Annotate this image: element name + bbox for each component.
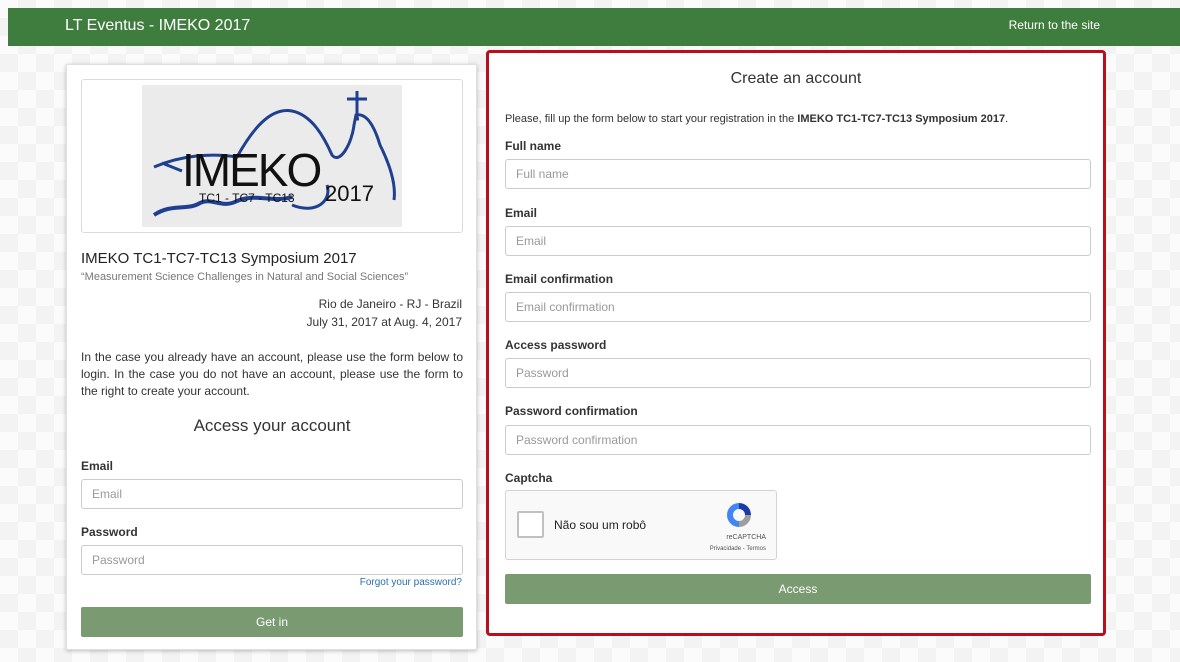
site-brand[interactable]: LT Eventus - IMEKO 2017	[65, 17, 250, 35]
email-confirmation-input[interactable]	[505, 292, 1091, 322]
register-intro: Please, fill up the form below to start …	[505, 113, 1008, 125]
full-name-label: Full name	[505, 139, 562, 153]
event-logo-frame: IMEKO TC1 - TC7 - TC13 2017	[81, 79, 463, 233]
login-instructions: In the case you already have an account,…	[81, 350, 463, 398]
logo-wordmark: IMEKO	[182, 144, 322, 196]
register-email-label: Email	[505, 206, 538, 220]
recaptcha-terms-link[interactable]: Privacidade - Termos	[710, 546, 766, 552]
logo-year: 2017	[325, 181, 374, 206]
login-title: Access your account	[193, 416, 351, 435]
intro-suffix: .	[1005, 113, 1009, 125]
top-navbar: LT Eventus - IMEKO 2017 Return to the si…	[8, 8, 1180, 46]
password-confirmation-label: Password confirmation	[505, 404, 638, 418]
register-title: Create an account	[730, 70, 862, 87]
intro-event-name: IMEKO TC1-TC7-TC13 Symposium 2017	[797, 113, 1006, 125]
recaptcha-label: Não sou um robô	[554, 518, 647, 532]
login-email-label: Email	[81, 459, 114, 473]
login-password-input[interactable]	[81, 545, 463, 575]
event-dates: July 31, 2017 at Aug. 4, 2017	[306, 315, 462, 329]
access-password-label: Access password	[505, 338, 607, 352]
logo-committees: TC1 - TC7 - TC13	[199, 191, 295, 205]
get-in-button[interactable]: Get in	[81, 607, 463, 637]
password-confirmation-input[interactable]	[505, 425, 1091, 455]
register-panel: Create an account Please, fill up the fo…	[486, 50, 1106, 636]
recaptcha-logo-icon	[727, 503, 751, 527]
access-button[interactable]: Access	[505, 574, 1091, 604]
full-name-input[interactable]	[505, 159, 1091, 189]
forgot-password-link[interactable]: Forgot your password?	[360, 577, 462, 588]
captcha-label: Captcha	[505, 471, 553, 485]
email-confirmation-label: Email confirmation	[505, 272, 614, 286]
access-password-input[interactable]	[505, 358, 1091, 388]
recaptcha-brand: reCAPTCHA	[726, 534, 766, 541]
recaptcha-widget: Não sou um robô reCAPTCHA Privacidade - …	[505, 490, 777, 560]
login-password-label: Password	[81, 525, 138, 539]
login-email-input[interactable]	[81, 479, 463, 509]
return-to-site-link[interactable]: Return to the site	[1009, 18, 1100, 32]
event-location: Rio de Janeiro - RJ - Brazil	[318, 297, 462, 311]
register-email-input[interactable]	[505, 226, 1091, 256]
login-panel: IMEKO TC1 - TC7 - TC13 2017 IMEKO TC1-TC…	[66, 64, 477, 650]
recaptcha-checkbox[interactable]	[517, 511, 544, 538]
event-logo: IMEKO TC1 - TC7 - TC13 2017	[142, 85, 402, 227]
event-subtitle: “Measurement Science Challenges in Natur…	[81, 271, 409, 283]
event-title: IMEKO TC1-TC7-TC13 Symposium 2017	[81, 250, 357, 267]
intro-text: Please, fill up the form below to start …	[505, 113, 798, 125]
